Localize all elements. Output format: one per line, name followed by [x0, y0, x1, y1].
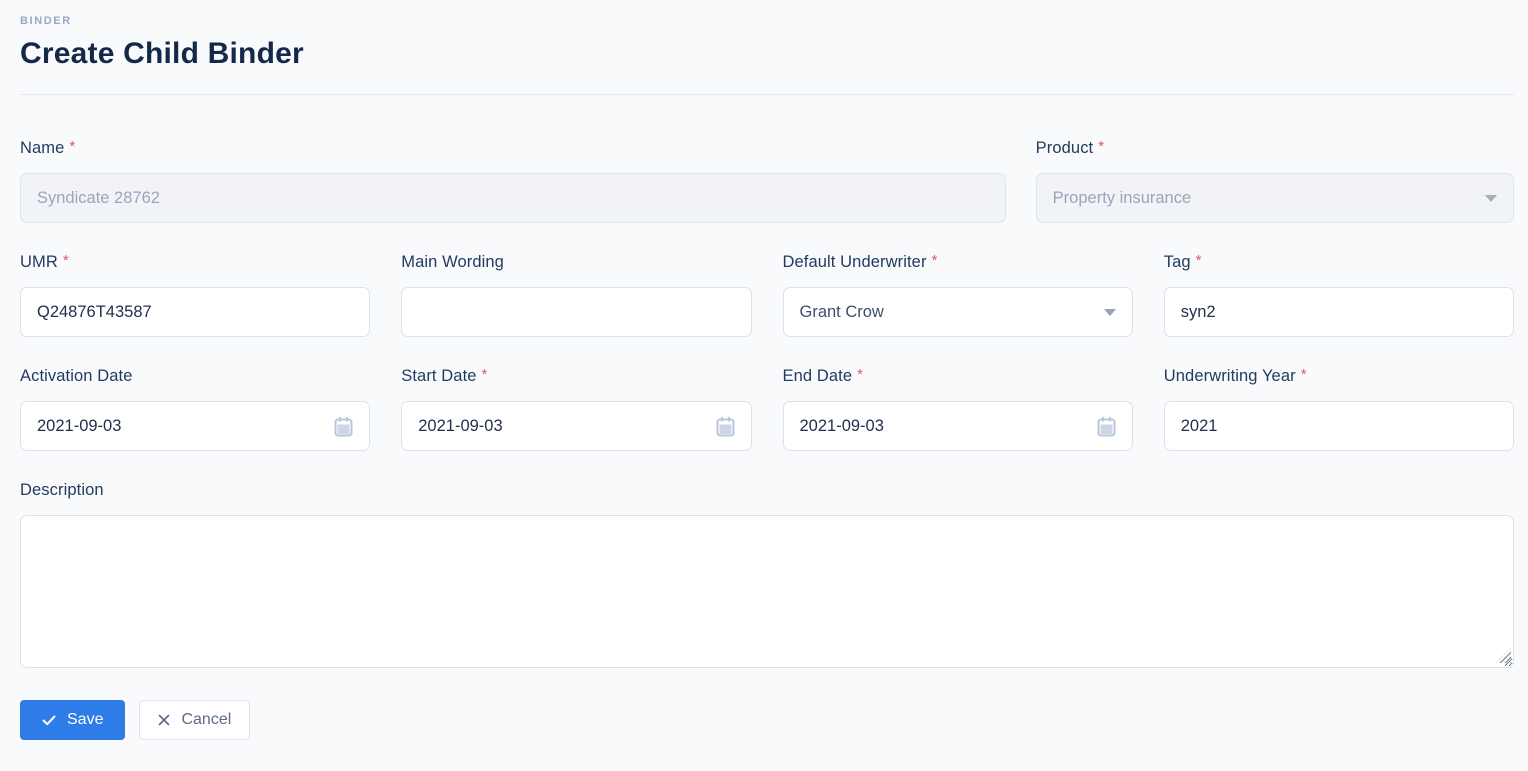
default-underwriter-selected-value: Grant Crow	[799, 302, 884, 321]
required-asterisk: *	[1195, 252, 1202, 269]
x-icon	[158, 714, 170, 726]
umr-input[interactable]	[20, 287, 371, 337]
end-date-label: End Date	[782, 367, 853, 385]
page-header: BINDER Create Child Binder	[20, 0, 1514, 71]
start-date-label: Start Date	[401, 367, 477, 385]
breadcrumb: BINDER	[20, 15, 72, 27]
chevron-down-icon	[1103, 308, 1116, 316]
calendar-icon[interactable]	[334, 416, 353, 437]
start-date-input[interactable]	[418, 416, 706, 436]
field-name: Name *	[20, 138, 1006, 223]
chevron-down-icon	[1485, 194, 1497, 202]
field-umr: UMR *	[20, 252, 371, 337]
product-select: Property insurance	[1035, 173, 1514, 223]
field-default-underwriter: Default Underwriter * Grant Crow	[782, 252, 1133, 337]
required-asterisk: *	[931, 252, 938, 269]
tag-label: Tag	[1163, 253, 1191, 271]
field-end-date: End Date *	[782, 366, 1133, 451]
required-asterisk: *	[481, 366, 488, 383]
tag-input[interactable]	[1163, 287, 1514, 337]
required-asterisk: *	[69, 138, 76, 155]
create-child-binder-page: BINDER Create Child Binder Name * Produc…	[0, 0, 1528, 740]
activation-date-input[interactable]	[37, 416, 325, 436]
main-wording-input[interactable]	[401, 287, 752, 337]
required-asterisk: *	[1300, 366, 1307, 383]
name-label: Name	[20, 139, 65, 157]
activation-date-picker[interactable]	[20, 401, 371, 451]
description-textarea[interactable]	[20, 515, 1514, 668]
save-button[interactable]: Save	[20, 700, 126, 740]
main-wording-label: Main Wording	[401, 253, 504, 271]
description-label: Description	[20, 481, 104, 499]
check-icon	[42, 715, 56, 726]
required-asterisk: *	[1098, 138, 1105, 155]
save-button-label: Save	[67, 711, 104, 728]
name-input	[20, 173, 1006, 223]
underwriting-year-label: Underwriting Year	[1163, 367, 1296, 385]
form-row-2: UMR * Main Wording Default Underwriter *…	[20, 252, 1514, 337]
activation-date-label: Activation Date	[20, 367, 133, 385]
field-tag: Tag *	[1163, 252, 1514, 337]
form-row-3: Activation Date Start Date *	[20, 366, 1514, 451]
cancel-button[interactable]: Cancel	[139, 700, 251, 740]
page-title: Create Child Binder	[20, 37, 304, 70]
product-selected-value: Property insurance	[1052, 188, 1192, 207]
field-underwriting-year: Underwriting Year *	[1163, 366, 1514, 451]
umr-label: UMR	[20, 253, 58, 271]
required-asterisk: *	[62, 252, 69, 269]
field-product: Product * Property insurance	[1035, 138, 1514, 223]
required-asterisk: *	[857, 366, 864, 383]
end-date-input[interactable]	[799, 416, 1087, 436]
field-description: Description	[20, 481, 1514, 668]
form-row-1: Name * Product * Property insurance	[20, 138, 1514, 223]
underwriting-year-input[interactable]	[1163, 401, 1514, 451]
calendar-icon[interactable]	[1097, 416, 1116, 437]
field-activation-date: Activation Date	[20, 367, 371, 451]
default-underwriter-label: Default Underwriter	[782, 253, 927, 271]
cancel-button-label: Cancel	[181, 711, 232, 728]
field-main-wording: Main Wording	[401, 253, 752, 337]
header-divider	[20, 94, 1514, 95]
calendar-icon[interactable]	[716, 416, 735, 437]
end-date-picker[interactable]	[782, 401, 1133, 451]
product-label: Product	[1035, 139, 1094, 157]
default-underwriter-select[interactable]: Grant Crow	[782, 287, 1133, 337]
start-date-picker[interactable]	[401, 401, 752, 451]
field-start-date: Start Date *	[401, 366, 752, 451]
form-actions: Save Cancel	[20, 700, 1514, 740]
